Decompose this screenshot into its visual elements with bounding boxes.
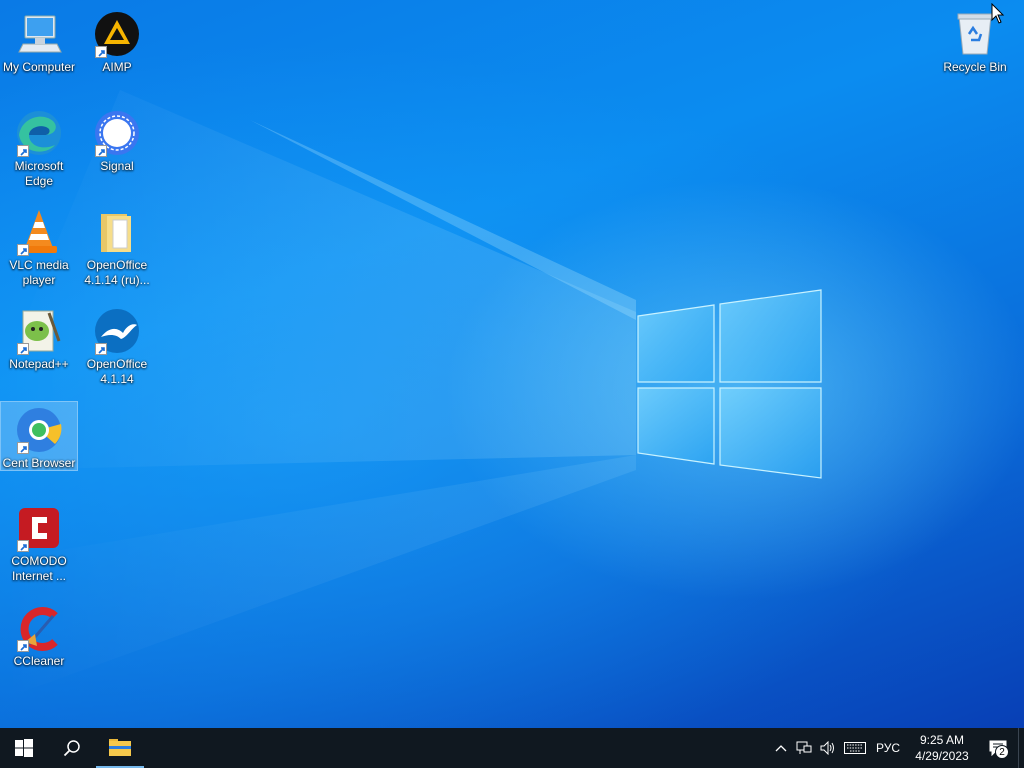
vlc-icon: [15, 208, 63, 256]
openoffice-icon: [93, 307, 141, 355]
taskbar-file-explorer[interactable]: [96, 728, 144, 768]
desktop-icon-openoffice[interactable]: OpenOffice 4.1.14: [79, 303, 155, 387]
comodo-icon: [15, 504, 63, 552]
ccleaner-icon: [15, 604, 63, 652]
shortcut-arrow-icon: [17, 343, 29, 355]
desktop-icon-ccleaner[interactable]: CCleaner: [1, 600, 77, 669]
mouse-cursor-icon: [991, 3, 1005, 24]
signal-icon: [93, 109, 141, 157]
cent-browser-icon: [15, 406, 63, 454]
action-center-button[interactable]: 2: [978, 728, 1018, 768]
icon-label: AIMP: [102, 60, 132, 74]
search-icon: [63, 740, 80, 757]
icon-label: Microsoft Edge: [14, 159, 64, 188]
desktop-icon-microsoft-edge[interactable]: Microsoft Edge: [1, 105, 77, 189]
icon-label: Notepad++: [9, 357, 69, 371]
keyboard-icon: [844, 742, 866, 754]
desktop-icon-notepadpp[interactable]: Notepad++: [1, 303, 77, 372]
chevron-up-icon: [775, 745, 787, 752]
touch-keyboard-button[interactable]: [840, 728, 870, 768]
icon-label: OpenOffice 4.1.14 (ru)...: [84, 258, 150, 287]
shortcut-arrow-icon: [95, 145, 107, 157]
system-tray: РУС 9:25 AM 4/29/2023 2: [770, 728, 1024, 768]
aimp-icon: [93, 10, 141, 58]
desktop-icon-comodo[interactable]: COMODO Internet ...: [1, 500, 77, 584]
shortcut-arrow-icon: [95, 343, 107, 355]
shortcut-arrow-icon: [17, 540, 29, 552]
icon-label: CCleaner: [13, 654, 65, 668]
icon-label: VLC media player: [9, 258, 69, 287]
network-icon: [796, 741, 812, 754]
edge-icon: [15, 109, 63, 157]
desktop-icon-my-computer[interactable]: My Computer: [1, 6, 77, 75]
icon-label: OpenOffice 4.1.14: [86, 357, 148, 386]
icon-label: My Computer: [2, 60, 76, 74]
clock-date: 4/29/2023: [915, 749, 969, 763]
speaker-icon: [820, 741, 834, 755]
computer-icon: [15, 10, 63, 58]
shortcut-arrow-icon: [17, 244, 29, 256]
network-button[interactable]: [792, 728, 816, 768]
notification-count-badge: 2: [995, 745, 1009, 759]
icon-label: Signal: [100, 159, 134, 173]
show-hidden-icons-button[interactable]: [770, 728, 792, 768]
desktop-icon-vlc[interactable]: VLC media player: [1, 204, 77, 288]
taskbar: РУС 9:25 AM 4/29/2023 2: [0, 728, 1024, 768]
shortcut-arrow-icon: [17, 145, 29, 157]
shortcut-arrow-icon: [17, 640, 29, 652]
shortcut-arrow-icon: [95, 46, 107, 58]
show-desktop-button[interactable]: [1018, 728, 1024, 768]
desktop-icon-aimp[interactable]: AIMP: [79, 6, 155, 75]
icon-label: COMODO Internet ...: [11, 554, 67, 583]
volume-button[interactable]: [816, 728, 840, 768]
start-button[interactable]: [0, 728, 48, 768]
search-button[interactable]: [48, 728, 96, 768]
clock-time: 9:25 AM: [919, 733, 964, 747]
desktop-icon-cent-browser[interactable]: Cent Browser: [0, 401, 78, 471]
shortcut-arrow-icon: [17, 442, 29, 454]
desktop-icon-openoffice-folder[interactable]: OpenOffice 4.1.14 (ru)...: [79, 204, 155, 288]
clock[interactable]: 9:25 AM 4/29/2023: [906, 728, 978, 768]
file-explorer-icon: [109, 739, 131, 756]
icon-label: Recycle Bin: [943, 60, 1007, 74]
icon-label: Cent Browser: [2, 456, 76, 470]
windows-logo-icon: [15, 739, 33, 757]
desktop-icon-signal[interactable]: Signal: [79, 105, 155, 174]
input-language-indicator[interactable]: РУС: [870, 728, 906, 768]
folder-icon: [93, 208, 141, 256]
notepadpp-icon: [15, 307, 63, 355]
